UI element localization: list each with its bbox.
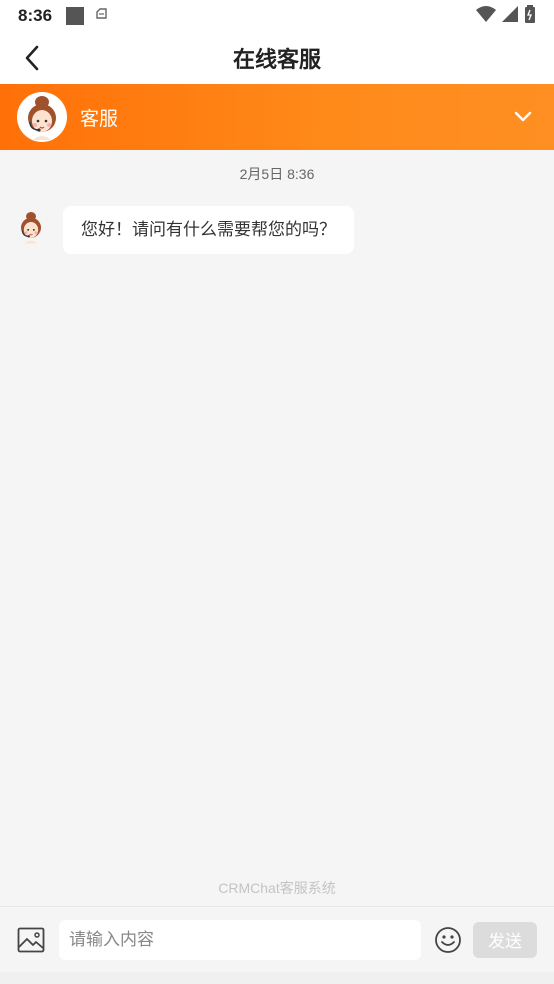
message-timestamp: 2月5日 8:36 xyxy=(239,166,315,182)
agent-bar[interactable]: 客服 xyxy=(0,84,554,150)
back-button[interactable] xyxy=(16,42,48,74)
status-right-icons xyxy=(476,5,536,27)
input-bar: 发送 xyxy=(0,906,554,972)
status-bar: 8:36 xyxy=(0,0,554,32)
emoji-icon xyxy=(435,926,461,953)
signal-icon xyxy=(502,6,518,26)
chat-area[interactable]: 2月5日 8:36 您好！请问有什么需要帮您的吗？ CRMChat客服系统 xyxy=(0,150,554,906)
send-button[interactable]: 发送 xyxy=(473,921,537,958)
navigation-bar-strip xyxy=(0,972,554,984)
chevron-left-icon xyxy=(25,45,39,71)
emoji-button[interactable] xyxy=(433,925,463,955)
agent-avatar-icon xyxy=(17,92,67,142)
wifi-icon xyxy=(476,6,496,26)
header: 在线客服 xyxy=(0,32,554,84)
image-icon xyxy=(17,927,45,952)
message-bubble: 您好！请问有什么需要帮您的吗？ xyxy=(63,206,354,254)
message-input[interactable] xyxy=(59,919,421,960)
chevron-down-icon xyxy=(514,111,532,122)
image-button[interactable] xyxy=(14,923,48,957)
message-row: 您好！请问有什么需要帮您的吗？ xyxy=(14,206,354,254)
agent-avatar-small-icon xyxy=(14,206,48,248)
status-time: 8:36 xyxy=(18,6,53,25)
status-left-icons xyxy=(66,6,110,26)
notification-icon xyxy=(94,6,110,26)
square-icon xyxy=(66,7,85,25)
agent-name: 客服 xyxy=(80,107,119,130)
collapse-button[interactable] xyxy=(509,103,537,131)
footer-brand: CRMChat客服系统 xyxy=(218,880,336,896)
battery-icon xyxy=(524,5,536,27)
page-title: 在线客服 xyxy=(232,47,321,72)
